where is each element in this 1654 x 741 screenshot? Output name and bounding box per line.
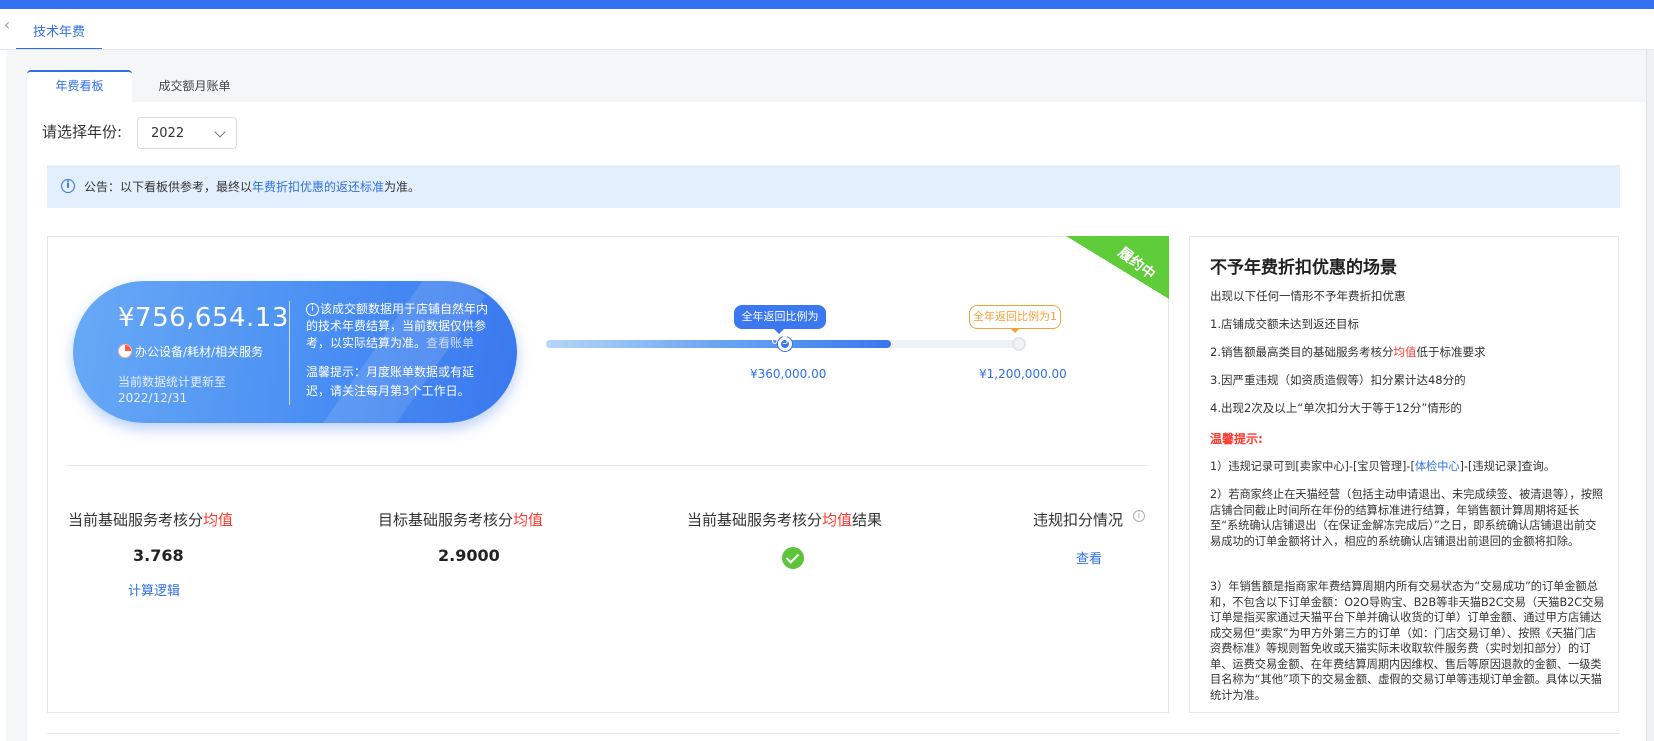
- no-discount-scenarios-card: 不予年费折扣优惠的场景 出现以下任何一情形不予年费折扣优惠 1.店铺成交额未达到…: [1189, 236, 1619, 713]
- rule-item: 3.因严重违规（如资质造假等）扣分累计达48分的: [1210, 373, 1466, 387]
- note-annual-sales: 3）年销售额是指商家年费结算周期内所有交易状态为“交易成功”的订单金额总和，不包…: [1210, 580, 1605, 702]
- metric-title-score-result: 当前基础服务考核分均值结果: [687, 509, 882, 530]
- metric-title-highlight: 均值: [513, 511, 544, 529]
- metric-title-current-score: 当前基础服务考核分均值: [68, 509, 233, 530]
- rule-item: 4.出现2次及以上“单次扣分大于等于12分”情形的: [1210, 401, 1462, 415]
- metric-title-text: 目标基础服务考核分: [378, 511, 514, 529]
- subtab-bar: 年费看板 成交额月账单: [27, 70, 1646, 102]
- warm-tip-heading: 温馨提示:: [1210, 432, 1263, 446]
- rule-item: 1.店铺成交额未达到返还目标: [1210, 317, 1359, 331]
- milestone-tag-2: 全年返回比例为1: [969, 305, 1061, 333]
- delay-tip: 温馨提示：月度账单数据或有延迟，请关注每月第3个工作日。: [306, 365, 475, 398]
- vertical-scrollbar[interactable]: [1646, 50, 1654, 741]
- note-store-exit: 2）若商家终止在天猫经营（包括主动申请退出、未完成续签、被清退等），按照店铺合同…: [1210, 488, 1604, 548]
- main-category: 办公设备/耗材/相关服务: [135, 345, 264, 359]
- metrics-divider: [67, 465, 1147, 466]
- next-section-edge: [47, 733, 1620, 741]
- tab-monthly-bill[interactable]: 成交额月账单: [137, 70, 252, 102]
- top-bar: [0, 0, 1654, 9]
- metric-title-target-score: 目标基础服务考核分均值: [378, 509, 543, 530]
- note-violation-record: 1）违规记录可到[卖家中心]-[宝贝管理]-[体检中心]-[违规记录]查询。: [1210, 459, 1605, 475]
- chevron-down-icon: [214, 126, 226, 138]
- calc-logic-link[interactable]: 计算逻辑: [128, 580, 180, 599]
- progress-fill: [546, 340, 891, 348]
- milestone-value-1: ¥360,000.00: [750, 367, 827, 381]
- pie-chart-icon: [118, 344, 132, 358]
- metric-title-suffix: 结果: [852, 511, 883, 529]
- tab-fee-dashboard[interactable]: 年费看板: [27, 70, 132, 102]
- year-select-value: 2022: [151, 126, 185, 141]
- turnover-summary-pill: ¥756,654.13 办公设备/耗材/相关服务 当前数据统计更新至 2022/…: [73, 281, 517, 423]
- year-select[interactable]: 2022: [137, 117, 237, 149]
- milestone-value-2: ¥1,200,000.00: [979, 367, 1067, 381]
- metric-title-highlight: 均值: [203, 511, 234, 529]
- note-text: 1）违规记录可到[卖家中心]-[宝贝管理]-[: [1210, 460, 1415, 473]
- metric-title-text: 当前基础服务考核分: [68, 511, 204, 529]
- info-icon: i: [61, 179, 75, 193]
- status-ribbon: 履约中: [1066, 236, 1169, 299]
- notice-banner: i 公告：以下看板供参考，最终以年费折扣优惠的返还标准为准。: [47, 165, 1620, 208]
- turnover-amount: ¥756,654.13: [118, 303, 289, 333]
- check-icon: [782, 547, 804, 569]
- note-text: ]-[违规记录]查询。: [1459, 460, 1556, 473]
- info-icon[interactable]: i: [1133, 510, 1145, 522]
- metric-title-text: 当前基础服务考核分: [687, 511, 823, 529]
- side-title: 不予年费折扣优惠的场景: [1210, 258, 1397, 278]
- notice-rule-link[interactable]: 年费折扣优惠的返还标准: [252, 180, 384, 194]
- notice-prefix: 公告：以下看板供参考，最终以: [84, 180, 253, 194]
- metric-value-current-score: 3.768: [133, 546, 184, 565]
- updated-label: 当前数据统计更新至: [118, 375, 227, 389]
- metric-title-violation: 违规扣分情况: [1033, 511, 1124, 529]
- rule-item: 2.销售额最高类目的基础服务考核分均值低于标准要求: [1210, 344, 1605, 360]
- back-arrow-icon[interactable]: ‹: [0, 14, 14, 36]
- rule-text: 低于标准要求: [1416, 345, 1486, 359]
- rule-text: 2.销售额最高类目的基础服务考核分: [1210, 345, 1394, 359]
- metric-value-target-score: 2.9000: [438, 546, 500, 565]
- milestone-dot-2: [1012, 337, 1026, 351]
- metric-title-highlight: 均值: [822, 511, 853, 529]
- updated-date: 2022/12/31: [118, 391, 188, 405]
- notice-text: 公告：以下看板供参考，最终以年费折扣优惠的返还标准为准。: [84, 178, 420, 195]
- data-usage-info: 该成交额数据用于店铺自然年内的技术年费结算，当前数据仅供参考，以实际结算为准。查…: [306, 301, 496, 352]
- pill-divider: [289, 301, 290, 405]
- milestone-tag-1: 全年返回比例为0.5: [734, 305, 826, 347]
- year-label: 请选择年份:: [42, 123, 123, 141]
- health-center-link[interactable]: 体检中心: [1415, 460, 1460, 473]
- view-violation-link[interactable]: 查看: [1076, 548, 1102, 567]
- side-intro: 出现以下任何一情形不予年费折扣优惠: [1210, 289, 1406, 303]
- rule-highlight: 均值: [1393, 345, 1417, 359]
- view-bill-link[interactable]: 查看账单: [426, 336, 474, 350]
- notice-suffix: 为准。: [384, 180, 421, 194]
- page-tab-tech-fee[interactable]: 技术年费: [16, 20, 102, 50]
